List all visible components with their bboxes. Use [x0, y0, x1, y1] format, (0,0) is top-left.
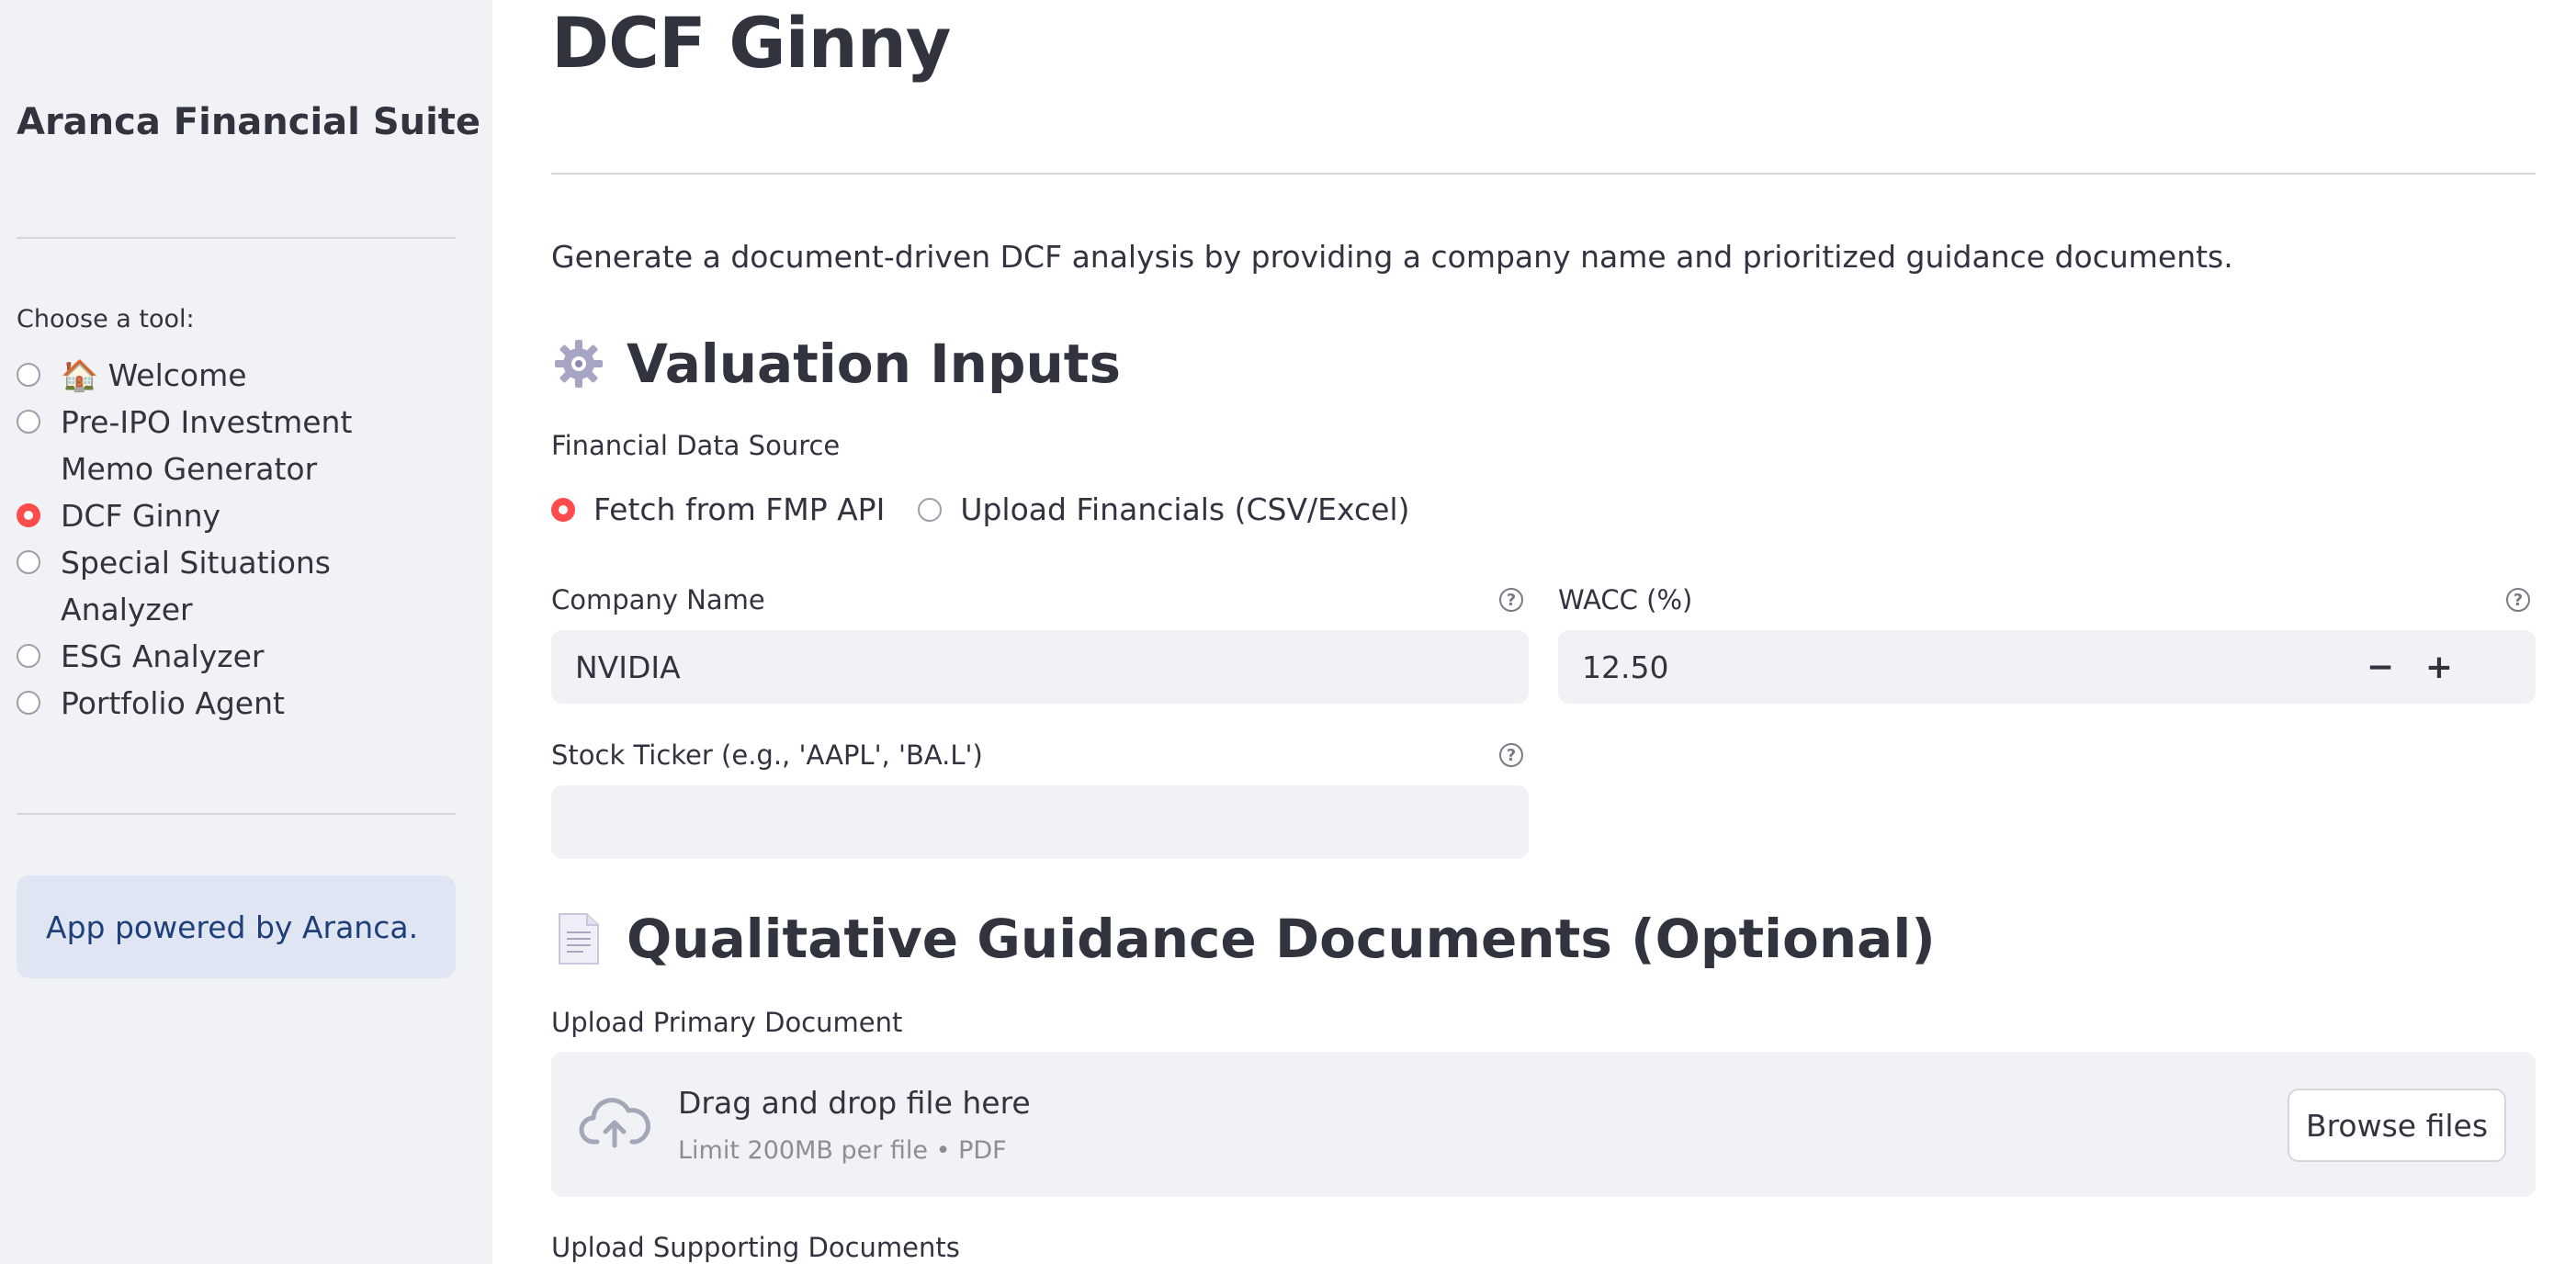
company-name-help-icon[interactable]: ? — [1499, 588, 1523, 612]
wacc-label: WACC (%) — [1558, 584, 1693, 615]
upload-primary-document-label: Upload Primary Document — [551, 1007, 903, 1038]
tool-option[interactable]: ESG Analyzer — [17, 633, 476, 680]
data-source-option[interactable]: Upload Financials (CSV/Excel) — [918, 491, 1409, 527]
financial-data-source-label: Financial Data Source — [551, 430, 841, 461]
upload-supporting-documents-label: Upload Supporting Documents — [551, 1232, 960, 1263]
sidebar-divider — [17, 237, 456, 239]
radio-unselected-icon[interactable] — [17, 363, 40, 387]
sidebar-divider — [17, 813, 456, 815]
data-source-option[interactable]: Fetch from FMP API — [551, 491, 885, 527]
gear-icon — [551, 336, 606, 391]
dropzone-limit-text: Limit 200MB per file • PDF — [678, 1136, 1007, 1165]
guidance-documents-title: Qualitative Guidance Documents (Optional… — [627, 908, 1936, 970]
valuation-inputs-title: Valuation Inputs — [627, 333, 1122, 395]
data-source-option-label: Fetch from FMP API — [593, 491, 886, 527]
sidebar: Aranca Financial Suite Choose a tool: 🏠 … — [0, 0, 492, 1264]
company-name-input[interactable]: NVIDIA — [551, 630, 1529, 704]
radio-unselected-icon[interactable] — [17, 550, 40, 574]
powered-by-info-box: App powered by Aranca. — [17, 875, 456, 978]
tool-option-label: ESG Analyzer — [61, 638, 265, 674]
wacc-help-icon[interactable]: ? — [2506, 588, 2530, 612]
guidance-documents-heading: Qualitative Guidance Documents (Optional… — [551, 908, 1936, 970]
dropzone-instruction: Drag and drop file here — [678, 1085, 1031, 1121]
tool-option[interactable]: Portfolio Agent — [17, 680, 476, 727]
radio-unselected-icon[interactable] — [17, 410, 40, 434]
tool-option[interactable]: 🏠 Welcome — [17, 352, 476, 399]
wacc-value: 12.50 — [1582, 649, 1669, 685]
sidebar-title: Aranca Financial Suite — [17, 101, 481, 143]
tool-option-label: Special Situations Analyzer — [61, 545, 331, 627]
radio-selected-icon[interactable] — [17, 503, 40, 527]
data-source-option-label: Upload Financials (CSV/Excel) — [960, 491, 1410, 527]
wacc-increment-button[interactable]: + — [2412, 639, 2467, 694]
radio-selected-icon[interactable] — [551, 497, 575, 522]
stock-ticker-label: Stock Ticker (e.g., 'AAPL', 'BA.L') — [551, 739, 983, 771]
radio-unselected-icon[interactable] — [17, 691, 40, 715]
financial-data-source-radio-group: Fetch from FMP API Upload Financials (CSV… — [551, 491, 1442, 527]
stock-ticker-help-icon[interactable]: ? — [1499, 743, 1523, 767]
page-title: DCF Ginny — [551, 2, 951, 84]
wacc-decrement-button[interactable]: − — [2353, 639, 2408, 694]
tool-option-label: Pre-IPO Investment Memo Generator — [61, 404, 353, 487]
company-name-label: Company Name — [551, 584, 765, 615]
tool-radio-group: 🏠 Welcome Pre-IPO Investment Memo Generat… — [17, 352, 476, 727]
primary-document-dropzone[interactable]: Drag and drop file here Limit 200MB per … — [551, 1052, 2536, 1197]
tool-option-label: Portfolio Agent — [61, 685, 285, 721]
cloud-upload-icon — [579, 1094, 650, 1153]
radio-unselected-icon[interactable] — [17, 644, 40, 668]
tool-option-label: 🏠 Welcome — [61, 357, 247, 393]
stock-ticker-input[interactable] — [551, 785, 1529, 859]
main-content: DCF Ginny Generate a document-driven DCF… — [551, 0, 2536, 1264]
tool-option[interactable]: Pre-IPO Investment Memo Generator — [17, 399, 476, 492]
tool-option[interactable]: DCF Ginny — [17, 492, 476, 539]
tool-option[interactable]: Special Situations Analyzer — [17, 539, 476, 633]
page-description: Generate a document-driven DCF analysis … — [551, 239, 2233, 275]
document-icon — [551, 911, 606, 966]
radio-unselected-icon[interactable] — [918, 497, 943, 522]
choose-tool-label: Choose a tool: — [17, 305, 195, 333]
tool-option-label: DCF Ginny — [61, 498, 221, 534]
title-divider — [551, 173, 2536, 175]
browse-files-button[interactable]: Browse files — [2288, 1089, 2506, 1162]
valuation-inputs-heading: Valuation Inputs — [551, 333, 1121, 395]
